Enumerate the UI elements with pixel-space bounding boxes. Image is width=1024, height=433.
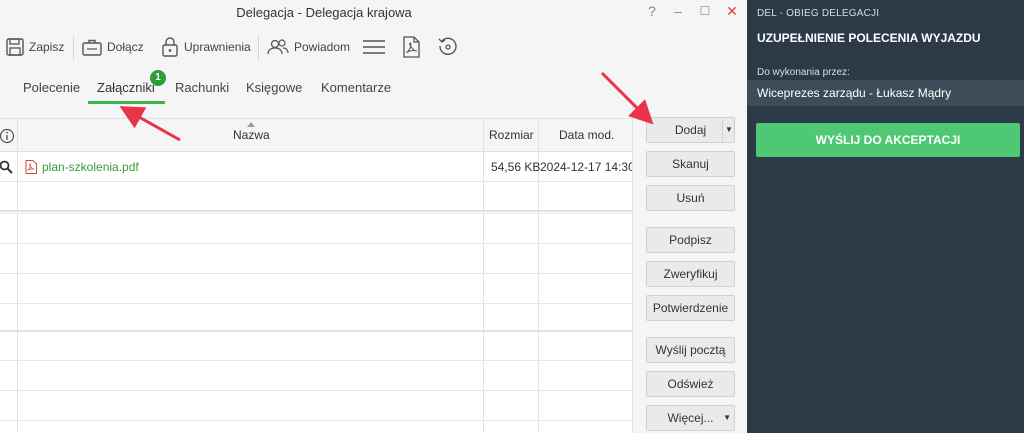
lock-icon [162, 37, 178, 57]
scan-button[interactable]: Skanuj [646, 151, 735, 177]
toolbar-divider [258, 36, 259, 60]
save-label: Zapisz [29, 40, 65, 54]
pdf-file-icon [25, 160, 37, 174]
attachments-table: Nazwa Rozmiar Data mod. plan-szkolenia.p… [0, 118, 635, 433]
add-dropdown-icon[interactable]: ▼ [722, 117, 735, 143]
chevron-down-icon: ▼ [723, 413, 731, 422]
permissions-button[interactable]: Uprawnienia [160, 34, 251, 60]
attach-button[interactable]: Dołącz [81, 34, 144, 60]
notify-button[interactable]: Powiadom [266, 34, 350, 60]
attachments-count-badge: 1 [150, 70, 166, 86]
more-button[interactable]: Więcej... ▼ [646, 405, 735, 431]
tab-ksiegowe[interactable]: Księgowe [246, 80, 302, 95]
table-row[interactable] [0, 331, 632, 361]
notify-label: Powiadom [294, 40, 351, 54]
column-header-date[interactable]: Data mod. [559, 119, 614, 152]
maximize-icon[interactable]: ☐ [695, 4, 715, 18]
confirmation-button[interactable]: Potwierdzenie [646, 295, 735, 321]
actions-column: Dodaj ▼ Skanuj Usuń Podpisz Zweryfikuj P… [632, 104, 747, 433]
permissions-label: Uprawnienia [184, 40, 251, 54]
history-button[interactable] [437, 34, 459, 60]
users-icon [267, 39, 289, 55]
search-icon[interactable] [0, 160, 13, 174]
refresh-button[interactable]: Odśwież [646, 371, 735, 397]
save-button[interactable]: Zapisz [5, 34, 64, 60]
info-icon [0, 128, 15, 144]
table-row[interactable] [0, 184, 632, 214]
table-row[interactable] [0, 214, 632, 244]
table-row[interactable] [0, 244, 632, 274]
toolbar-divider [73, 36, 74, 60]
table-row[interactable] [0, 302, 632, 332]
column-header-name[interactable]: Nazwa [233, 119, 270, 152]
briefcase-attach-icon [82, 39, 102, 56]
panel-title: UZUPEŁNIENIE POLECENIA WYJAZDU [757, 31, 981, 45]
tab-rachunki[interactable]: Rachunki [175, 80, 229, 95]
attach-label: Dołącz [107, 40, 144, 54]
verify-button[interactable]: Zweryfikuj [646, 261, 735, 287]
add-label: Dodaj [674, 123, 707, 137]
workflow-panel: DEL - OBIEG DELEGACJI UZUPEŁNIENIE POLEC… [747, 0, 1024, 433]
table-row[interactable] [0, 361, 632, 391]
pdf-file-icon [403, 36, 420, 58]
tab-bar: Polecenie Załączniki 1 Rachunki Księgowe… [0, 70, 632, 104]
tab-zalaczniki[interactable]: Załączniki [97, 80, 155, 95]
active-tab-indicator [88, 101, 165, 104]
toolbar: Zapisz Dołącz Uprawnienia Powiadom [0, 30, 747, 62]
send-mail-button[interactable]: Wyślij pocztą [646, 337, 735, 363]
table-row[interactable] [0, 274, 632, 304]
file-size: 54,56 KB [491, 160, 541, 174]
file-name-link[interactable]: plan-szkolenia.pdf [42, 152, 139, 182]
window-title: Delegacja - Delegacja krajowa [236, 5, 412, 20]
delete-button[interactable]: Usuń [646, 185, 735, 211]
assignee-field[interactable]: Wiceprezes zarządu - Łukasz Mądry [747, 80, 1024, 106]
floppy-disk-icon [6, 38, 24, 56]
table-row[interactable]: plan-szkolenia.pdf 54,56 KB 2024-12-17 1… [0, 152, 635, 182]
panel-header: DEL - OBIEG DELEGACJI [757, 8, 880, 19]
file-date: 2024-12-17 14:30 [540, 160, 635, 174]
sign-button[interactable]: Podpisz [646, 227, 735, 253]
assigned-label: Do wykonania przez: [757, 67, 850, 78]
delegation-window: Delegacja - Delegacja krajowa ? – ☐ ✕ Za… [0, 0, 747, 433]
history-icon [438, 37, 457, 55]
hamburger-menu-icon [363, 40, 385, 54]
send-for-approval-button[interactable]: WYŚLIJ DO AKCEPTACJI [756, 123, 1020, 157]
tab-polecenie[interactable]: Polecenie [23, 80, 80, 95]
help-icon[interactable]: ? [642, 3, 662, 19]
menu-button[interactable] [362, 34, 386, 60]
tab-komentarze[interactable]: Komentarze [321, 80, 391, 95]
close-icon[interactable]: ✕ [722, 3, 742, 20]
minimize-icon[interactable]: – [668, 3, 688, 19]
more-label: Więcej... [667, 411, 714, 425]
table-row[interactable] [0, 391, 632, 421]
title-bar: Delegacja - Delegacja krajowa ? – ☐ ✕ [0, 0, 747, 24]
column-header-size[interactable]: Rozmiar [489, 119, 534, 152]
pdf-button[interactable] [401, 34, 421, 60]
